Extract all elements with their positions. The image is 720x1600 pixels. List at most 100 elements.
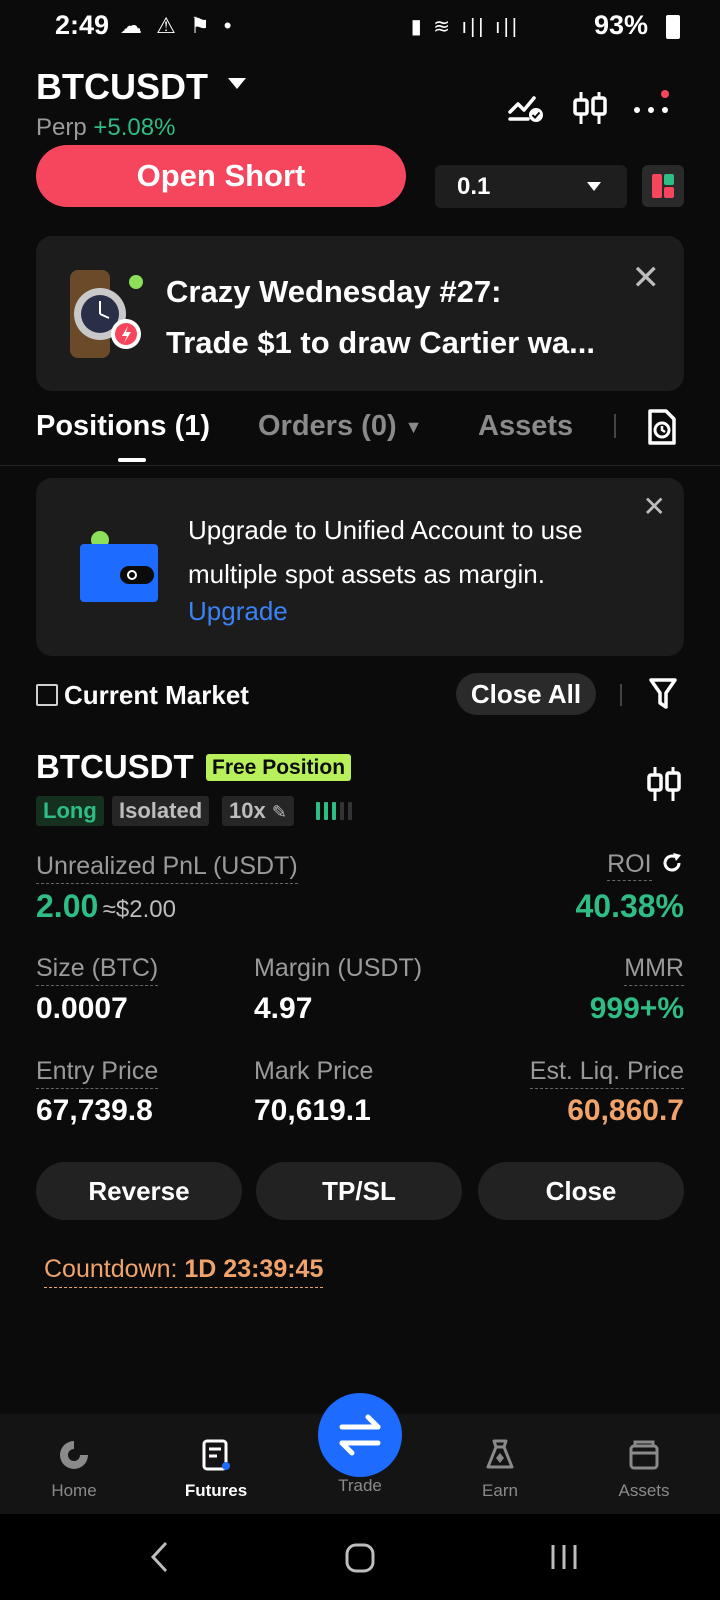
nav-home[interactable]: Home (14, 1438, 134, 1501)
nav-assets[interactable]: Assets (584, 1438, 704, 1501)
margin-mode-tag: Isolated (112, 796, 210, 826)
leverage-value: 10x (229, 798, 266, 823)
battery-percent: 93% (593, 10, 648, 40)
liq-price-label[interactable]: Est. Liq. Price (529, 1057, 684, 1089)
promo-text: Crazy Wednesday #27: Trade $1 to draw Ca… (166, 266, 595, 368)
trade-button[interactable] (318, 1393, 402, 1477)
countdown[interactable]: Countdown: 1D 23:39:45 (44, 1255, 324, 1288)
nav-assets-label: Assets (618, 1481, 670, 1500)
unrealized-pnl-label[interactable]: Unrealized PnL (USDT) (36, 852, 298, 884)
mark-price-value: 70,619.1 (254, 1094, 371, 1127)
upgrade-line-2: multiple spot assets as margin. (188, 559, 545, 589)
more-menu-icon[interactable] (632, 88, 672, 128)
chevron-down-icon: ▼ (404, 416, 423, 437)
entry-price-value: 67,739.8 (36, 1094, 153, 1127)
nav-futures-label: Futures (184, 1481, 248, 1500)
promo-banner[interactable]: Crazy Wednesday #27: Trade $1 to draw Ca… (36, 236, 684, 391)
upgrade-line-1: Upgrade to Unified Account to use (188, 515, 583, 545)
close-all-button[interactable]: Close All (456, 673, 596, 715)
side-tag: Long (36, 796, 104, 826)
mmr-label[interactable]: MMR (624, 954, 684, 986)
tab-orders-label: Orders (0) (258, 410, 397, 442)
contract-info: Perp +5.08% (36, 114, 175, 142)
quantity-value: 0.1 (457, 173, 491, 200)
price-change: +5.08% (93, 114, 176, 141)
status-time: 2:49 (55, 10, 110, 40)
nav-earn-label: Earn (482, 1481, 518, 1500)
open-short-button[interactable]: Open Short (36, 145, 406, 207)
edit-icon: ✎ (271, 802, 287, 822)
roi-value: 40.38% (575, 888, 684, 924)
system-nav-bar (0, 1514, 720, 1600)
nav-earn[interactable]: Earn (440, 1438, 560, 1501)
swap-icon (339, 1414, 381, 1456)
refresh-icon[interactable] (660, 851, 684, 875)
liq-price-value: 60,860.7 (567, 1094, 684, 1127)
tab-positions[interactable]: Positions (1) (36, 410, 210, 443)
quantity-selector[interactable]: 0.1 (435, 165, 627, 208)
upgrade-link[interactable]: Upgrade (188, 596, 288, 627)
tpsl-button[interactable]: TP/SL (256, 1162, 462, 1220)
roi-header: ROI (607, 850, 684, 881)
active-tab-indicator (118, 458, 146, 462)
countdown-label: Countdown: (44, 1255, 178, 1283)
tab-orders[interactable]: Orders (0) ▼ (258, 410, 423, 443)
risk-level-bars (316, 802, 356, 825)
promo-line-1: Crazy Wednesday #27: (166, 274, 502, 309)
status-notification-icons: ☁ ⚠ ⚑ • (120, 13, 236, 38)
promo-line-2: Trade $1 to draw Cartier wa... (166, 325, 595, 360)
earn-icon (486, 1439, 514, 1469)
home-icon (60, 1441, 88, 1469)
chevron-down-icon (587, 182, 601, 191)
nav-trade-label-wrap[interactable]: Trade (300, 1476, 420, 1496)
reverse-button[interactable]: Reverse (36, 1162, 242, 1220)
status-bar: 2:49 ☁ ⚠ ⚑ • ▮ ≋ ı|| ı|| 93% (0, 0, 720, 52)
chevron-down-icon[interactable] (228, 78, 246, 89)
size-value: 0.0007 (36, 992, 128, 1025)
position-symbol[interactable]: BTCUSDT (36, 748, 194, 786)
current-market-checkbox[interactable] (36, 684, 58, 706)
upgrade-card: Upgrade to Unified Account to use multip… (36, 478, 684, 656)
battery-icon (666, 15, 680, 39)
position-chart-icon[interactable] (646, 764, 682, 804)
free-position-badge: Free Position (206, 754, 352, 781)
layout-icon (652, 174, 674, 198)
close-icon[interactable]: ✕ (643, 490, 666, 523)
unrealized-pnl: 2.00 ≈$2.00 (36, 888, 176, 925)
countdown-value: 1D 23:39:45 (184, 1255, 324, 1283)
order-history-icon[interactable] (646, 408, 678, 446)
home-button-icon[interactable] (344, 1542, 376, 1574)
close-position-button[interactable]: Close (478, 1162, 684, 1220)
divider (620, 684, 622, 706)
nav-trade-label: Trade (338, 1476, 382, 1495)
filter-icon[interactable] (648, 676, 678, 712)
unrealized-pnl-usd: ≈$2.00 (102, 896, 176, 923)
contract-type: Perp (36, 114, 87, 141)
upgrade-message: Upgrade to Unified Account to use multip… (188, 508, 583, 596)
signal-icon: ▮ ≋ ı|| ı|| (410, 16, 520, 38)
leverage-tag[interactable]: 10x ✎ (222, 796, 294, 826)
futures-icon (202, 1439, 230, 1471)
tab-assets[interactable]: Assets (478, 410, 573, 443)
entry-price-label[interactable]: Entry Price (36, 1057, 159, 1089)
candlestick-chart-icon[interactable] (570, 88, 610, 128)
current-market-label[interactable]: Current Market (64, 680, 249, 711)
mark-price-label: Mark Price (254, 1057, 374, 1085)
wallet-icon (80, 531, 158, 602)
roi-label[interactable]: ROI (607, 850, 652, 881)
margin-label: Margin (USDT) (254, 954, 423, 982)
price-alert-icon[interactable] (506, 88, 546, 128)
symbol-selector[interactable]: BTCUSDT (36, 66, 208, 108)
nav-home-label: Home (51, 1481, 97, 1500)
size-label[interactable]: Size (BTC) (36, 954, 159, 986)
back-icon[interactable] (148, 1540, 172, 1574)
layout-toggle-button[interactable] (642, 165, 684, 207)
recent-apps-icon[interactable] (548, 1542, 580, 1572)
assets-icon (629, 1440, 659, 1470)
margin-value: 4.97 (254, 992, 313, 1025)
unrealized-pnl-value: 2.00 (36, 888, 99, 924)
tabs-divider (614, 414, 616, 438)
nav-futures[interactable]: Futures (156, 1438, 276, 1501)
close-icon[interactable]: ✕ (632, 258, 661, 298)
mmr-value: 999+% (589, 992, 684, 1025)
